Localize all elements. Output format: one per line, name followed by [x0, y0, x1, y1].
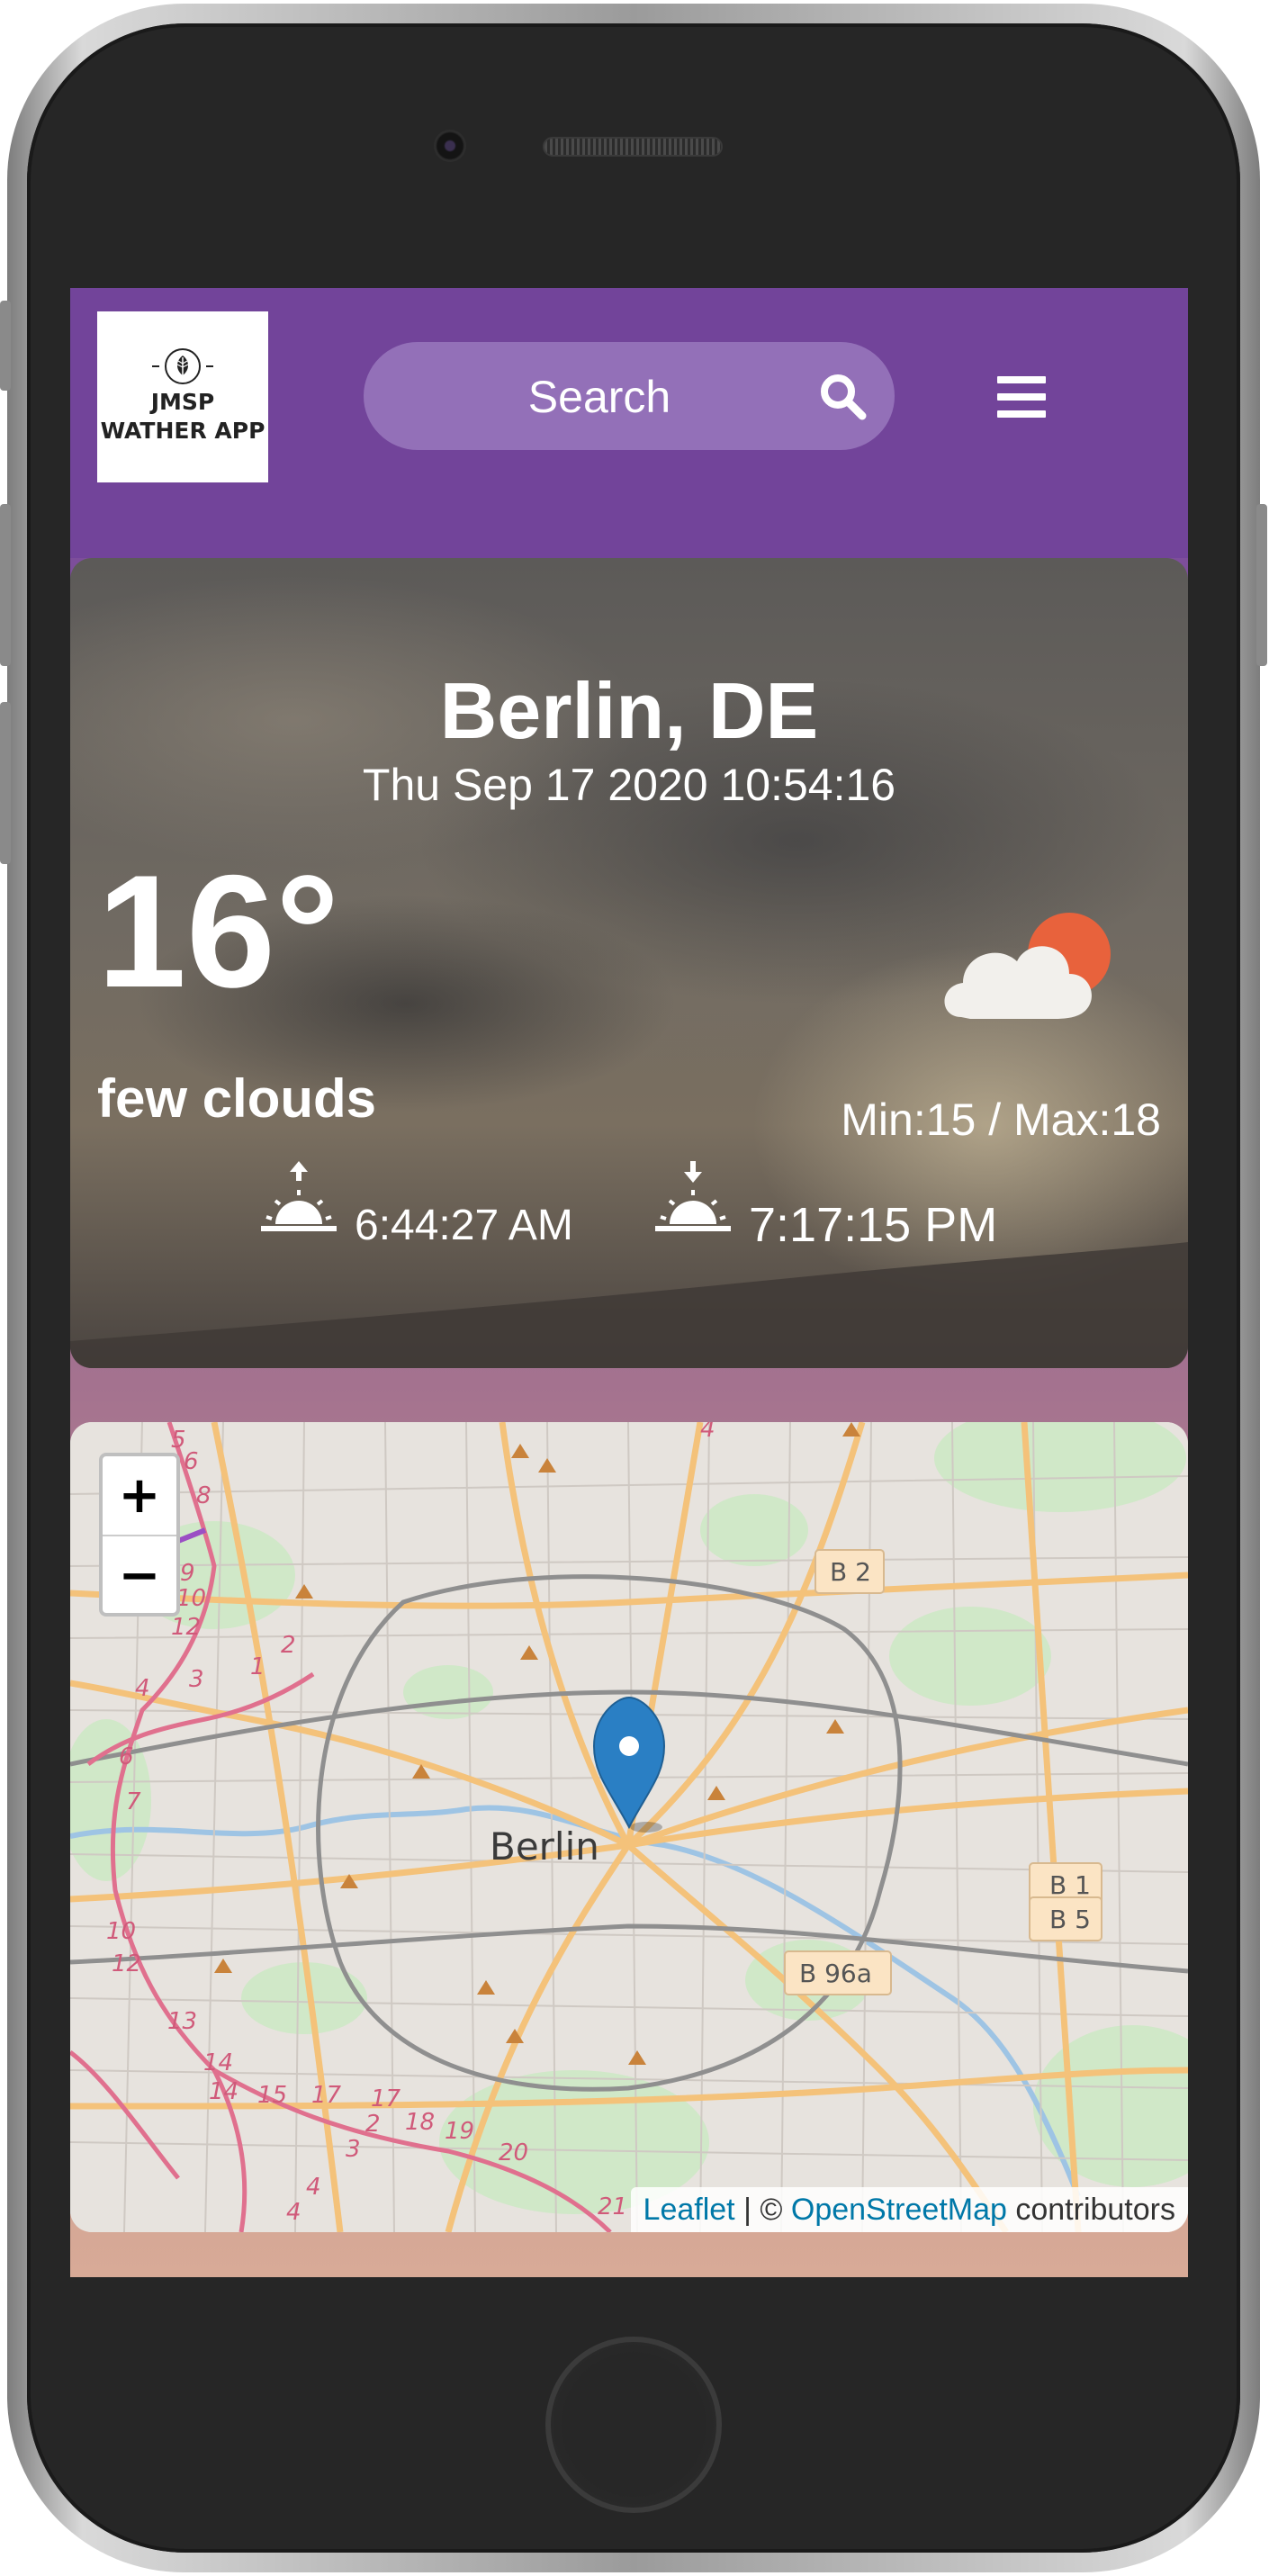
svg-text:4: 4 — [135, 1675, 150, 1702]
svg-text:3: 3 — [346, 2136, 361, 2163]
city-name: Berlin, DE — [439, 666, 819, 755]
svg-text:21: 21 — [598, 2193, 627, 2220]
svg-text:15: 15 — [257, 2082, 287, 2109]
svg-text:17: 17 — [371, 2085, 401, 2112]
svg-text:4: 4 — [700, 1422, 716, 1443]
local-datetime: Thu Sep 17 2020 10:54:16 — [362, 760, 896, 810]
app-logo[interactable]: JMSP WATHER APP — [97, 311, 268, 482]
map-city-label: Berlin — [490, 1824, 599, 1869]
svg-text:8: 8 — [196, 1482, 212, 1509]
sunrise-icon — [261, 1161, 337, 1231]
temperature: 16° — [97, 842, 340, 1021]
svg-text:14: 14 — [203, 2049, 233, 2076]
sunrise-time: 6:44:27 AM — [355, 1202, 573, 1249]
svg-text:7: 7 — [126, 1788, 141, 1815]
logo-line-1: JMSP — [150, 389, 215, 415]
svg-text:12: 12 — [112, 1950, 141, 1977]
svg-text:20: 20 — [499, 2139, 528, 2166]
svg-text:18: 18 — [405, 2109, 435, 2136]
sunset-time: 7:17:15 PM — [749, 1198, 998, 1252]
weather-card: Berlin, DE Thu Sep 17 2020 10:54:16 16° … — [70, 558, 1188, 1368]
svg-text:9: 9 — [180, 1560, 195, 1587]
attribution-separator: | © — [734, 2193, 791, 2227]
svg-text:6: 6 — [184, 1448, 199, 1475]
leaf-emblem — [152, 348, 213, 384]
power-button — [1256, 504, 1267, 666]
svg-text:10: 10 — [176, 1585, 206, 1612]
openstreetmap-link[interactable]: OpenStreetMap — [791, 2193, 1007, 2227]
search-input[interactable] — [400, 360, 799, 434]
road-label-b2: B 2 — [830, 1557, 871, 1587]
earpiece-speaker — [543, 137, 723, 157]
navbar: JMSP WATHER APP — [70, 288, 1188, 558]
svg-text:13: 13 — [167, 2008, 197, 2035]
svg-text:3: 3 — [189, 1666, 204, 1693]
zoom-control: + − — [99, 1453, 180, 1617]
svg-text:10: 10 — [106, 1918, 136, 1945]
road-label-b1: B 1 — [1049, 1870, 1091, 1900]
volume-up-button — [0, 504, 11, 666]
min-max-temperature: Min:15 / Max:18 — [841, 1094, 1161, 1145]
svg-text:4: 4 — [306, 2174, 321, 2201]
leaf-icon — [176, 356, 189, 378]
svg-text:2: 2 — [281, 1632, 296, 1659]
road-label-b5: B 5 — [1049, 1905, 1091, 1934]
leaflet-link[interactable]: Leaflet — [644, 2193, 735, 2227]
zoom-out-button[interactable]: − — [103, 1536, 176, 1613]
volume-down-button — [0, 702, 11, 864]
weather-condition: few clouds — [97, 1068, 377, 1129]
hamburger-menu-icon[interactable] — [997, 376, 1046, 418]
mute-switch — [0, 301, 11, 391]
svg-text:14: 14 — [209, 2078, 238, 2105]
few-clouds-icon — [944, 913, 1111, 1019]
attribution-suffix: contributors — [1006, 2193, 1175, 2227]
front-camera — [434, 130, 466, 162]
map-view[interactable]: 568 9 10 12 213 467 10 12 13 14 14 15 17 17 2 18… — [70, 1422, 1188, 2232]
search-bar[interactable] — [364, 342, 895, 450]
map-attribution: Leaflet | © OpenStreetMap contributors — [630, 2187, 1188, 2232]
svg-text:4: 4 — [286, 2199, 302, 2226]
svg-text:1: 1 — [250, 1653, 266, 1680]
sunset-icon — [655, 1161, 731, 1231]
svg-text:17: 17 — [311, 2082, 342, 2109]
svg-text:2: 2 — [365, 2111, 381, 2138]
home-button[interactable] — [545, 2337, 722, 2513]
svg-text:19: 19 — [445, 2118, 474, 2145]
app-screen: JMSP WATHER APP Berlin, DE Thu Sep 17 20… — [70, 288, 1188, 2277]
hill-silhouette — [70, 1242, 1188, 1368]
svg-text:12: 12 — [171, 1614, 201, 1641]
zoom-in-button[interactable]: + — [103, 1456, 176, 1536]
road-label-b96a: B 96a — [799, 1959, 872, 1988]
svg-text:6: 6 — [119, 1743, 134, 1770]
map-tiles[interactable]: 568 91012 213 467 101213 1414 15 17 172 18… — [70, 1422, 1188, 2232]
search-icon[interactable] — [817, 371, 868, 421]
logo-line-2: WATHER APP — [100, 418, 266, 444]
